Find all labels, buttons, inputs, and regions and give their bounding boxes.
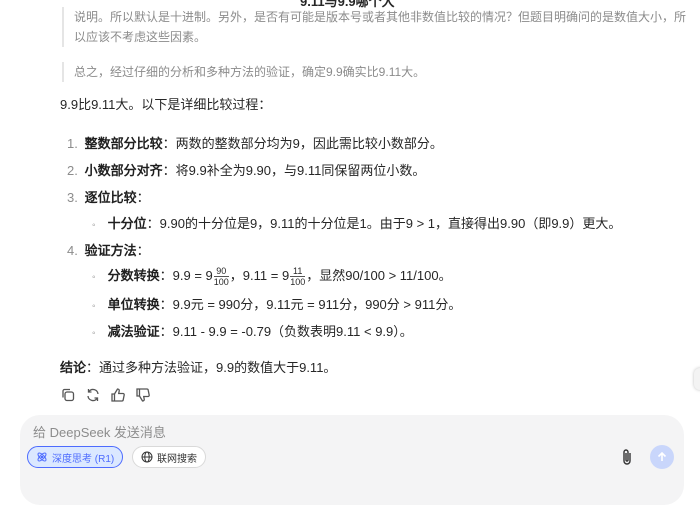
atom-icon — [37, 452, 47, 462]
sub-item-title: 单位转换 — [107, 297, 160, 312]
item-title: 小数部分对齐 — [84, 163, 163, 178]
message-composer: 深度思考 (R1) 联网搜索 — [20, 415, 684, 505]
globe-icon — [141, 451, 153, 463]
sub-list-item: ◦ 十分位：9.90的十分位是9，9.11的十分位是1。由于9 > 1，直接得出… — [92, 213, 621, 232]
sub-list-item: ◦ 分数转换：9.9 = 9 90 100 ，9.11 = 9 11 100 ，显然90/1… — [92, 265, 452, 287]
bullet-icon: ◦ — [92, 301, 96, 312]
item-title: 逐位比较 — [84, 190, 137, 205]
paperclip-icon[interactable] — [620, 448, 634, 471]
copy-icon[interactable] — [59, 386, 76, 403]
fraction-b-denominator: 100 — [290, 277, 306, 288]
item-title: 验证方法 — [84, 243, 137, 258]
thinking-paragraph: 说明。所以默认是十进制。另外，是否有可能是版本号或者其他非数值比较的情况？但题目… — [62, 7, 694, 47]
fraction-a-numerator: 90 — [213, 266, 229, 278]
sub-item-title: 减法验证 — [107, 324, 160, 339]
message-actions — [59, 386, 151, 403]
bullet-icon: ◦ — [92, 220, 96, 231]
thumbs-up-icon[interactable] — [109, 386, 126, 403]
thumbs-down-icon[interactable] — [134, 386, 151, 403]
message-input[interactable] — [31, 424, 535, 441]
fraction-b: 11 100 — [290, 266, 306, 288]
list-number: 4. — [67, 243, 78, 258]
fraction-a: 90 100 — [213, 266, 229, 288]
list-number: 3. — [67, 190, 78, 205]
item-text: ：两数的整数部分均为9，因此需比较小数部分。 — [162, 136, 443, 151]
list-item: 4. 验证方法： — [67, 240, 150, 259]
item-text: ：将9.9补全为9.90，与9.11同保留两位小数。 — [162, 163, 426, 178]
send-button[interactable] — [650, 445, 674, 469]
conclusion: 结论：通过多种方法验证，9.9的数值大于9.11。 — [60, 357, 336, 376]
send-arrow-icon — [657, 451, 667, 461]
fraction-text-post: ，显然90/100 > 11/100。 — [306, 268, 452, 283]
fraction-a-denominator: 100 — [213, 277, 229, 288]
thinking-summary: 总之，经过仔细的分析和多种方法的验证，确定9.9确实比9.11大。 — [62, 62, 694, 82]
sub-item-title: 分数转换 — [107, 268, 160, 283]
sub-item-text: ：9.9元 = 990分，9.11元 = 911分，990分 > 911分。 — [159, 297, 462, 312]
web-search-label: 联网搜索 — [157, 453, 197, 465]
regenerate-icon[interactable] — [84, 386, 101, 403]
conclusion-text: ：通过多种方法验证，9.9的数值大于9.11。 — [86, 360, 337, 375]
list-item: 2. 小数部分对齐：将9.9补全为9.90，与9.11同保留两位小数。 — [67, 160, 425, 179]
conclusion-title: 结论 — [60, 360, 87, 375]
answer-intro: 9.9比9.11大。以下是详细比较过程： — [60, 97, 272, 112]
sub-list-item: ◦ 单位转换：9.9元 = 990分，9.11元 = 911分，990分 > 9… — [92, 294, 461, 313]
bullet-icon: ◦ — [92, 328, 96, 339]
sub-list-item: ◦ 减法验证：9.11 - 9.9 = -0.79（负数表明9.11 < 9.9… — [92, 321, 413, 340]
list-number: 2. — [67, 163, 78, 178]
bullet-icon: ◦ — [92, 272, 96, 283]
list-item: 3. 逐位比较： — [67, 187, 150, 206]
item-text: ： — [136, 243, 150, 258]
list-item: 1. 整数部分比较：两数的整数部分均为9，因此需比较小数部分。 — [67, 133, 443, 152]
scroll-handle[interactable] — [694, 368, 700, 390]
item-title: 整数部分比较 — [84, 136, 163, 151]
sub-item-text: ：9.11 - 9.9 = -0.79（负数表明9.11 < 9.9）。 — [159, 324, 413, 339]
list-number: 1. — [67, 136, 78, 151]
deep-think-label: 深度思考 (R1) — [52, 453, 115, 465]
fraction-b-numerator: 11 — [290, 266, 306, 278]
sub-item-title: 十分位 — [107, 216, 147, 231]
web-search-toggle[interactable]: 联网搜索 — [132, 446, 206, 468]
deep-think-toggle[interactable]: 深度思考 (R1) — [27, 446, 124, 468]
sub-item-text: ：9.90的十分位是9，9.11的十分位是1。由于9 > 1，直接得出9.90（… — [146, 216, 622, 231]
item-text: ： — [136, 190, 150, 205]
fraction-text-a: ：9.9 = 9 — [159, 268, 213, 283]
fraction-text-mid: ，9.11 = 9 — [229, 268, 290, 283]
